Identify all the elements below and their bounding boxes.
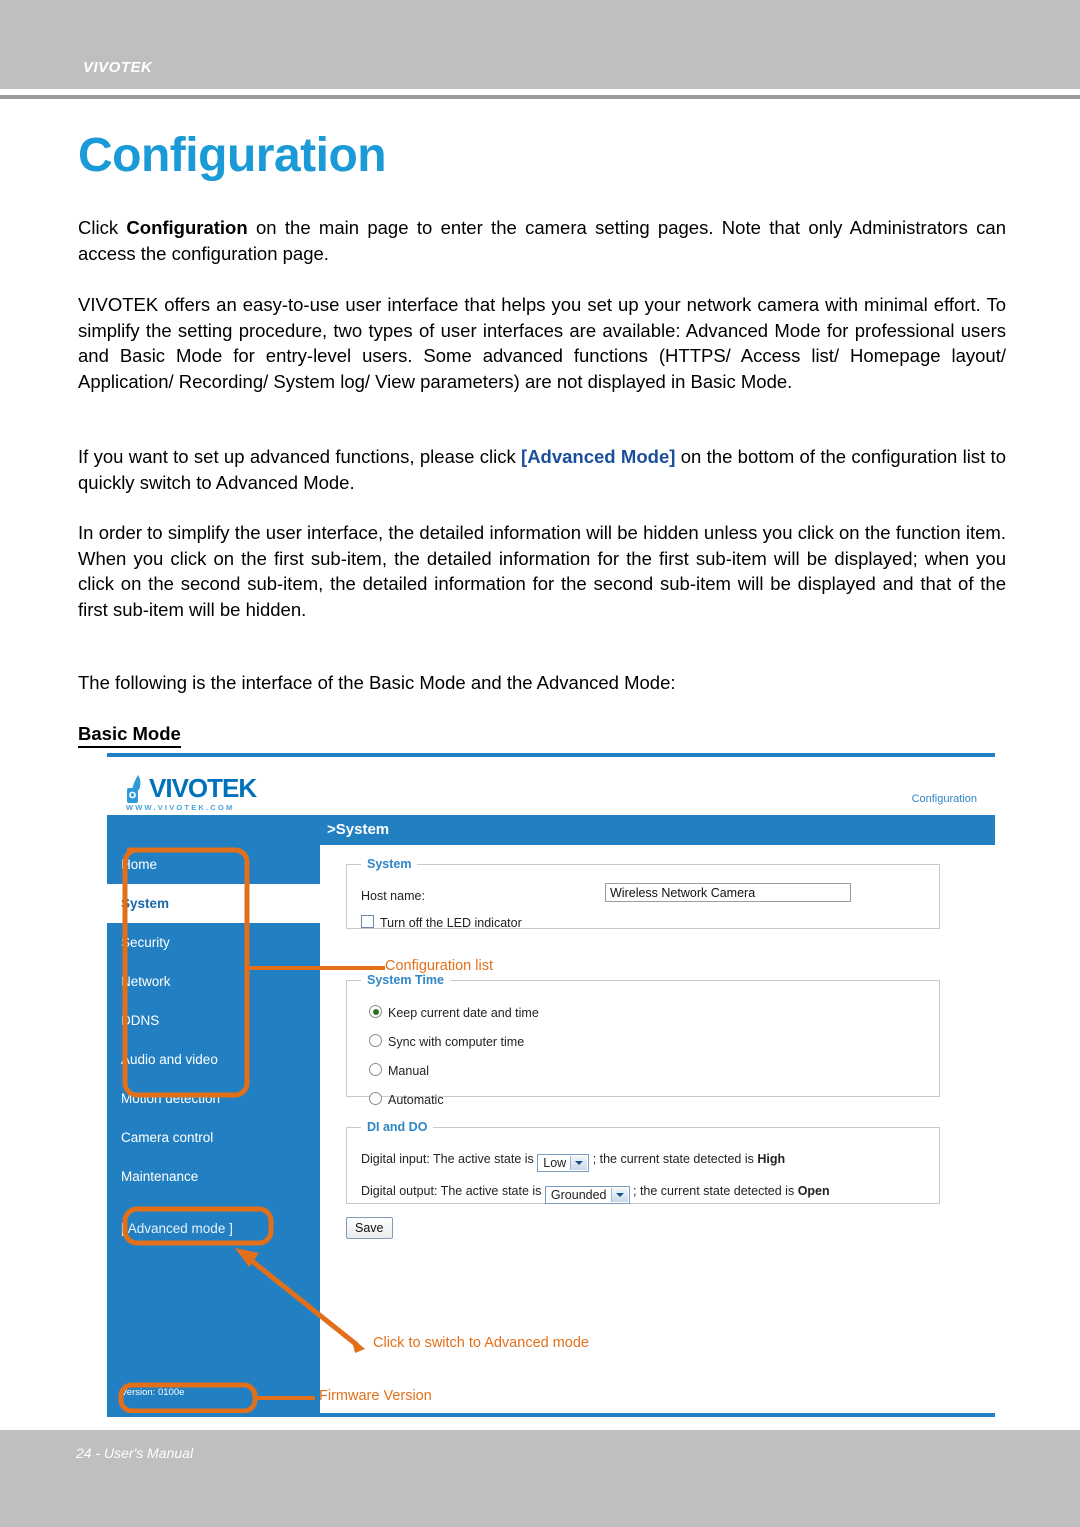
system-time-panel-legend: System Time bbox=[367, 973, 444, 987]
digital-input-prefix: Digital input: The active state is bbox=[361, 1152, 534, 1166]
paragraph-subitems: In order to simplify the user interface,… bbox=[78, 522, 1006, 620]
sidebar-item-network[interactable]: Network bbox=[107, 962, 320, 1001]
chevron-down-icon bbox=[610, 1188, 628, 1202]
di-do-panel: DI and DO Digital input: The active stat… bbox=[346, 1120, 940, 1204]
configuration-content: System Host name: Turn off the LED indic… bbox=[320, 845, 995, 1413]
ui-configuration-label[interactable]: Configuration bbox=[912, 793, 977, 805]
firmware-version-badge: Version: 0100e bbox=[121, 1387, 185, 1398]
digital-input-select[interactable]: Low bbox=[537, 1154, 590, 1172]
subheading-basic-mode: Basic Mode bbox=[78, 723, 181, 748]
sidebar-item-home[interactable]: Home bbox=[107, 845, 320, 884]
camera-icon bbox=[127, 775, 141, 803]
sidebar-item-ddns[interactable]: DDNS bbox=[107, 1001, 320, 1040]
system-time-panel: System Time Keep current date and time S… bbox=[346, 973, 940, 1107]
paragraph-intro: Click Configuration on the main page to … bbox=[78, 215, 1006, 266]
advanced-mode-button[interactable]: [ Advanced mode ] bbox=[121, 1215, 281, 1243]
radio-keep-current-date-time[interactable]: Keep current date and time bbox=[369, 1005, 539, 1020]
vivotek-wordmark: VIVOTEK bbox=[149, 773, 257, 803]
header-brand-text: VIVOTEK bbox=[83, 59, 153, 76]
digital-input-row: Digital input: The active state is Low ;… bbox=[361, 1152, 785, 1172]
digital-output-state: Open bbox=[797, 1184, 830, 1198]
vivotek-url: WWW.VIVOTEK.COM bbox=[126, 803, 235, 812]
di-do-panel-legend: DI and DO bbox=[367, 1120, 428, 1134]
digital-output-row: Digital output: The active state is Grou… bbox=[361, 1184, 830, 1204]
radio-label: Sync with computer time bbox=[388, 1035, 525, 1049]
paragraph-interfaces: VIVOTEK offers an easy-to-use user inter… bbox=[78, 294, 1006, 392]
paragraph-following-interface: The following is the interface of the Ba… bbox=[78, 672, 676, 693]
sidebar-item-security[interactable]: Security bbox=[107, 923, 320, 962]
radio-icon[interactable] bbox=[369, 1092, 382, 1105]
header-divider-rule bbox=[0, 95, 1080, 99]
p1-bold-configuration: Configuration bbox=[126, 217, 248, 238]
annotation-configuration-list: Configuration list bbox=[385, 958, 493, 974]
annotation-switch-advanced: Click to switch to Advanced mode bbox=[373, 1335, 589, 1351]
digital-input-mid: ; the current state detected is bbox=[592, 1152, 754, 1166]
radio-icon[interactable] bbox=[369, 1005, 382, 1018]
host-name-input[interactable] bbox=[605, 883, 851, 902]
sidebar-item-motion-detection[interactable]: Motion detection bbox=[107, 1079, 320, 1118]
radio-icon[interactable] bbox=[369, 1034, 382, 1047]
p3-advanced-mode-link: [Advanced Mode] bbox=[521, 446, 676, 467]
host-name-label: Host name: bbox=[361, 889, 425, 903]
radio-label: Automatic bbox=[388, 1093, 444, 1107]
page-title: Configuration bbox=[78, 129, 387, 182]
vivotek-logo: VIVOTEK WWW.VIVOTEK.COM bbox=[125, 773, 295, 815]
breadcrumb: >System bbox=[327, 821, 390, 838]
sidebar-item-maintenance[interactable]: Maintenance bbox=[107, 1157, 320, 1196]
annotation-firmware-version: Firmware Version bbox=[319, 1388, 432, 1404]
paragraph-advanced-mode: If you want to set up advanced functions… bbox=[78, 444, 1006, 495]
radio-label: Keep current date and time bbox=[388, 1006, 539, 1020]
save-button[interactable]: Save bbox=[346, 1217, 393, 1239]
led-indicator-row[interactable]: Turn off the LED indicator bbox=[361, 915, 522, 930]
sidebar-item-system[interactable]: System bbox=[107, 884, 320, 923]
digital-output-mid: ; the current state detected is bbox=[633, 1184, 795, 1198]
sidebar-item-camera-control[interactable]: Camera control bbox=[107, 1118, 320, 1157]
radio-icon[interactable] bbox=[369, 1063, 382, 1076]
system-panel-legend: System bbox=[367, 857, 412, 871]
footer-text: 24 - User's Manual bbox=[76, 1445, 194, 1461]
sidebar-item-audio-and-video[interactable]: Audio and video bbox=[107, 1040, 320, 1079]
checkbox-icon[interactable] bbox=[361, 915, 374, 928]
digital-output-select[interactable]: Grounded bbox=[544, 1186, 630, 1204]
ui-logo-row: VIVOTEK WWW.VIVOTEK.COM Configuration bbox=[107, 757, 995, 815]
page-header-band: VIVOTEK bbox=[0, 0, 1080, 89]
configuration-sidebar: Home System Security Network DDNS Audio … bbox=[107, 845, 320, 1413]
camera-web-ui: VIVOTEK WWW.VIVOTEK.COM Configuration >S… bbox=[107, 757, 995, 1413]
radio-automatic[interactable]: Automatic bbox=[369, 1092, 444, 1107]
p3-part-a: If you want to set up advanced functions… bbox=[78, 446, 522, 467]
radio-manual[interactable]: Manual bbox=[369, 1063, 429, 1078]
chevron-down-icon bbox=[570, 1156, 588, 1170]
system-panel: System Host name: Turn off the LED indic… bbox=[346, 857, 940, 930]
radio-sync-with-computer-time[interactable]: Sync with computer time bbox=[369, 1034, 524, 1049]
p1-part-a: Click bbox=[78, 217, 127, 238]
breadcrumb-bar: >System bbox=[107, 815, 995, 845]
radio-label: Manual bbox=[388, 1064, 429, 1078]
digital-output-prefix: Digital output: The active state is bbox=[361, 1184, 542, 1198]
embedded-screenshot: VIVOTEK WWW.VIVOTEK.COM Configuration >S… bbox=[107, 753, 995, 1417]
digital-input-state: High bbox=[757, 1152, 786, 1166]
led-indicator-label: Turn off the LED indicator bbox=[380, 916, 522, 930]
